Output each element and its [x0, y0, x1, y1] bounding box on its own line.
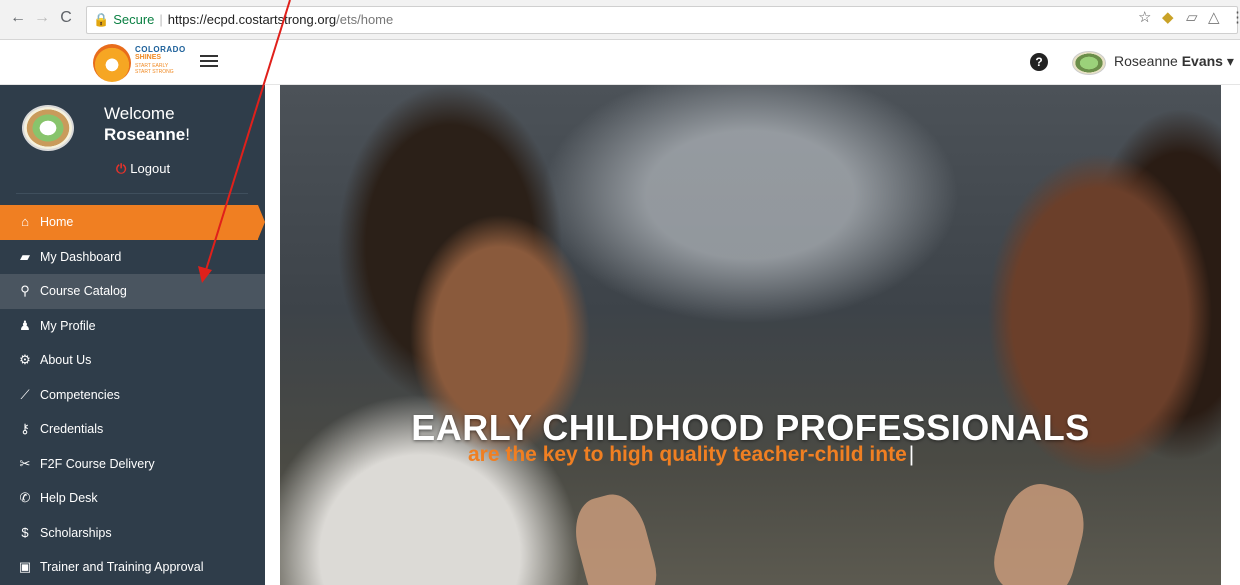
sidebar: Welcome Roseanne! ⏻ Logout ⌂ Home ▰ My Dash… [0, 85, 265, 585]
sidebar-item-f2f-course-delivery[interactable]: ✂ F2F Course Delivery [0, 447, 265, 482]
sidebar-item-course-catalog[interactable]: ⚲ Course Catalog [0, 274, 265, 309]
search-icon: ⚲ [20, 283, 30, 298]
url-path: /ets/home [336, 12, 394, 27]
extension-icon[interactable]: ◆ [1162, 8, 1174, 28]
reload-icon[interactable]: C [56, 8, 76, 28]
hamburger-menu-icon[interactable] [200, 52, 218, 72]
logo-text: COLORADO [135, 45, 186, 54]
sidebar-item-label: My Dashboard [40, 249, 122, 264]
user-menu[interactable]: Roseanne Evans ▾ [1114, 53, 1234, 70]
sidebar-item-credentials[interactable]: ⚷ Credentials [0, 412, 265, 447]
extension-icon[interactable]: △ [1208, 8, 1220, 28]
welcome-exclaim: ! [185, 125, 190, 144]
address-bar[interactable]: 🔒 Secure | https://ecpd.costartstrong.org/e… [86, 6, 1238, 34]
chevron-down-icon: ▾ [1226, 53, 1234, 69]
right-gutter [1221, 85, 1240, 585]
hero-banner: EARLY CHILDHOOD PROFESSIONALS are the ke… [280, 85, 1221, 585]
divider [16, 193, 248, 194]
extension-icon[interactable]: ▱ [1186, 8, 1198, 28]
sidebar-item-trainer-approval[interactable]: ▣ Trainer and Training Approval [0, 550, 265, 585]
app-header: COLORADO SHINES START EARLY START STRONG… [0, 40, 1240, 85]
chart-line-icon: ⟋ [20, 386, 30, 402]
hero-photo-hand [987, 476, 1093, 585]
logo-text: START EARLY START STRONG [135, 63, 174, 75]
sidebar-item-label: My Profile [40, 318, 96, 333]
sidebar-item-scholarships[interactable]: $ Scholarships [0, 516, 265, 551]
url-separator: | [159, 12, 163, 27]
logo-text: SHINES [135, 54, 162, 61]
phone-icon: ✆ [19, 490, 31, 505]
sidebar-item-label: Course Catalog [40, 284, 127, 298]
user-first-name: Roseanne [1114, 53, 1178, 69]
sidebar-item-home[interactable]: ⌂ Home [0, 205, 265, 240]
hero-subtitle: are the key to high quality teacher-chil… [468, 443, 914, 467]
sidebar-item-label: Competencies [40, 387, 120, 402]
secure-label: Secure [113, 12, 155, 27]
bookmark-star-icon[interactable]: ☆ [1138, 8, 1151, 28]
hero-photo-hand [566, 487, 664, 585]
scissors-icon: ✂ [19, 455, 31, 471]
sidebar-item-my-profile[interactable]: ♟ My Profile [0, 309, 265, 344]
sidebar-menu: ⌂ Home ▰ My Dashboard ⚲ Course Catalog ♟ My … [0, 205, 265, 585]
hero-subtitle-text: are the key to high quality teacher-chil… [468, 443, 907, 466]
dollar-icon: $ [21, 524, 29, 540]
lock-icon: 🔒 [93, 12, 110, 27]
forward-icon[interactable]: → [32, 8, 52, 28]
help-icon[interactable]: ? [1030, 53, 1048, 71]
home-icon: ⌂ [21, 214, 29, 229]
sidebar-item-competencies[interactable]: ⟋ Competencies [0, 378, 265, 413]
back-icon[interactable]: ← [8, 8, 28, 28]
avatar [22, 105, 74, 151]
user-icon: ♟ [19, 317, 31, 333]
sun-logo-icon [93, 44, 131, 82]
typing-cursor: | [908, 443, 915, 466]
sidebar-item-about-us[interactable]: ⚙ About Us [0, 343, 265, 378]
welcome-message: Welcome Roseanne! [104, 103, 190, 145]
logout-button[interactable]: ⏻ Logout [116, 161, 170, 177]
approval-icon: ▣ [18, 559, 32, 574]
colorado-shines-logo[interactable]: COLORADO SHINES START EARLY START STRONG [93, 44, 185, 82]
key-icon: ⚷ [20, 421, 30, 436]
sidebar-item-label: F2F Course Delivery [40, 456, 155, 471]
gear-icon: ⚙ [19, 352, 31, 367]
sidebar-item-label: Trainer and Training Approval [40, 560, 204, 574]
sidebar-item-help-desk[interactable]: ✆ Help Desk [0, 481, 265, 516]
avatar[interactable] [1072, 51, 1106, 75]
sidebar-item-label: Scholarships [40, 525, 112, 540]
welcome-user-name: Roseanne [104, 125, 186, 144]
sidebar-item-label: Help Desk [40, 491, 98, 505]
power-icon: ⏻ [116, 161, 127, 176]
browser-toolbar: ← → C 🔒 Secure | https://ecpd.costartstrong… [0, 0, 1240, 40]
browser-menu-icon[interactable]: ⋮ [1230, 8, 1240, 28]
sidebar-item-my-dashboard[interactable]: ▰ My Dashboard [0, 240, 265, 275]
sidebar-item-label: About Us [40, 353, 92, 367]
user-last-name: Evans [1181, 53, 1223, 69]
welcome-label: Welcome [104, 104, 175, 123]
sidebar-item-label: Credentials [40, 422, 104, 436]
book-icon: ▰ [20, 248, 30, 264]
logout-label: Logout [130, 161, 171, 176]
sidebar-item-label: Home [40, 215, 74, 229]
url-host: https://ecpd.costartstrong.org [167, 12, 337, 27]
